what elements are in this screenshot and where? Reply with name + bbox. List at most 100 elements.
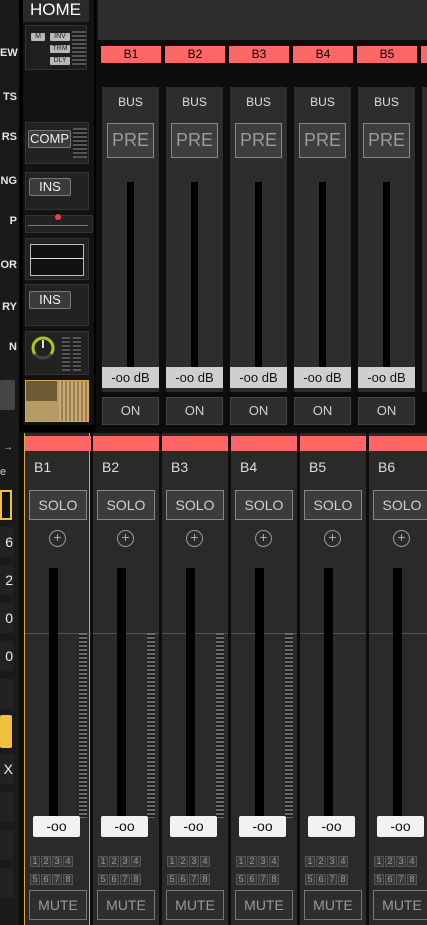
mute-button[interactable]: MUTE [166,890,224,920]
gain-knob-icon[interactable] [30,335,56,361]
sidebar-item-inputs[interactable]: TS [0,91,19,103]
invert-tag[interactable]: INV [50,33,70,41]
channel-fader[interactable] [324,568,333,818]
sidebar-number[interactable]: 6 [0,527,14,557]
channel-fader[interactable] [393,568,402,818]
plus-icon[interactable]: + [255,530,272,547]
plus-icon[interactable]: + [186,530,203,547]
mute-button[interactable]: MUTE [373,890,427,920]
output-assign-grid[interactable]: 1 2 3 45 6 7 8 [167,851,211,887]
on-button[interactable]: ON [358,397,415,425]
channel-thumbnail[interactable] [25,380,89,422]
pre-button[interactable]: PRE [363,123,410,158]
channel-color-bar[interactable] [25,436,91,451]
sidebar-item-routing[interactable]: NG [0,175,19,187]
output-assign-grid[interactable]: 1 2 3 45 6 7 8 [98,851,142,887]
fader-value[interactable]: -oo [33,816,80,837]
insert-button-2[interactable]: INS [29,291,71,309]
bus-tag-b5[interactable]: B5 [357,46,417,63]
output-assign-grid[interactable]: 1 2 3 45 6 7 8 [30,851,74,887]
output-assign-grid[interactable]: 1 2 3 45 6 7 8 [305,851,349,887]
pre-button[interactable]: PRE [171,123,218,158]
send-fader[interactable] [255,182,262,367]
unity-line [300,633,366,634]
bus-header-strip [98,0,427,40]
sidebar-number[interactable]: 2 [0,565,14,595]
on-button[interactable]: ON [166,397,223,425]
sidebar-scroll-handle[interactable] [0,380,15,410]
sidebar-letter-x[interactable]: X [0,754,14,784]
eq-preview[interactable] [30,244,84,276]
fader-value[interactable]: -oo [101,816,148,837]
send-fader[interactable] [127,182,134,367]
output-assign-grid[interactable]: 1 2 3 45 6 7 8 [236,851,280,887]
sidebar-item-scan[interactable]: N [0,341,19,353]
plus-icon[interactable]: + [393,530,410,547]
plus-icon[interactable]: + [49,530,66,547]
mixer-channel: B5 SOLO + -oo 1 2 3 45 6 7 8 MUTE [300,433,366,925]
sidebar-item-filters[interactable]: RS [0,131,19,143]
channel-name: B2 [102,459,120,475]
channel-fader[interactable] [186,568,195,818]
channel-color-bar[interactable] [369,436,427,451]
pan-slider-track[interactable] [28,225,88,226]
bus-tag-b4[interactable]: B4 [293,46,353,63]
fader-value[interactable]: -oo [170,816,217,837]
send-fader[interactable] [191,182,198,367]
mono-tag[interactable]: M [31,33,45,41]
plus-icon[interactable]: + [117,530,134,547]
pan-slider-knob[interactable] [55,214,61,220]
channel-fader[interactable] [117,568,126,818]
channel-color-bar[interactable] [300,436,366,451]
on-button[interactable]: ON [102,397,159,425]
trim-tag[interactable]: TRM [50,45,70,53]
solo-button[interactable]: SOLO [235,490,293,520]
solo-button[interactable]: SOLO [166,490,224,520]
sidebar-active-button[interactable] [0,715,12,748]
channel-color-bar[interactable] [162,436,228,451]
bus-tag-b3[interactable]: B3 [229,46,289,63]
sidebar-item-view[interactable]: EW [0,47,19,59]
pre-button[interactable]: PRE [299,123,346,158]
solo-button[interactable]: SOLO [97,490,155,520]
channel-color-bar[interactable] [231,436,297,451]
sidebar-blank-slot[interactable] [0,868,14,898]
send-fader[interactable] [383,182,390,367]
solo-button[interactable]: SOLO [304,490,362,520]
solo-button[interactable]: SOLO [29,490,87,520]
bus-tag-overflow[interactable] [421,46,427,63]
insert-button-1[interactable]: INS [29,178,71,196]
send-fader[interactable] [319,182,326,367]
sidebar-blank-slot[interactable] [0,679,14,709]
fader-value[interactable]: -oo [308,816,355,837]
on-button[interactable]: ON [294,397,351,425]
output-assign-grid[interactable]: 1 2 3 45 6 7 8 [374,851,418,887]
sidebar-blank-slot[interactable] [0,792,14,822]
delay-tag[interactable]: DLY [50,57,70,65]
sidebar-item-library[interactable]: RY [0,301,19,313]
pre-button[interactable]: PRE [235,123,282,158]
channel-fader[interactable] [49,568,58,818]
mute-button[interactable]: MUTE [304,890,362,920]
fader-value[interactable]: -oo [377,816,424,837]
fader-value[interactable]: -oo [239,816,286,837]
pre-button[interactable]: PRE [107,123,154,158]
mute-button[interactable]: MUTE [97,890,155,920]
mute-button[interactable]: MUTE [235,890,293,920]
sidebar-selected-indicator[interactable] [0,490,12,520]
sidebar-blank-slot[interactable] [0,830,14,860]
sidebar-number[interactable]: 0 [0,641,14,671]
sidebar-number[interactable]: 0 [0,603,14,633]
sidebar-item-eq[interactable]: P [0,215,19,227]
home-button[interactable]: HOME [23,0,89,22]
mute-button[interactable]: MUTE [29,890,87,920]
sidebar-item-monitor[interactable]: OR [0,259,19,271]
plus-icon[interactable]: + [324,530,341,547]
bus-tag-b1[interactable]: B1 [101,46,161,63]
solo-button[interactable]: SOLO [373,490,427,520]
bus-tag-b2[interactable]: B2 [165,46,225,63]
on-button[interactable]: ON [230,397,287,425]
channel-fader[interactable] [255,568,264,818]
channel-color-bar[interactable] [93,436,159,451]
comp-button[interactable]: COMP [28,130,71,148]
